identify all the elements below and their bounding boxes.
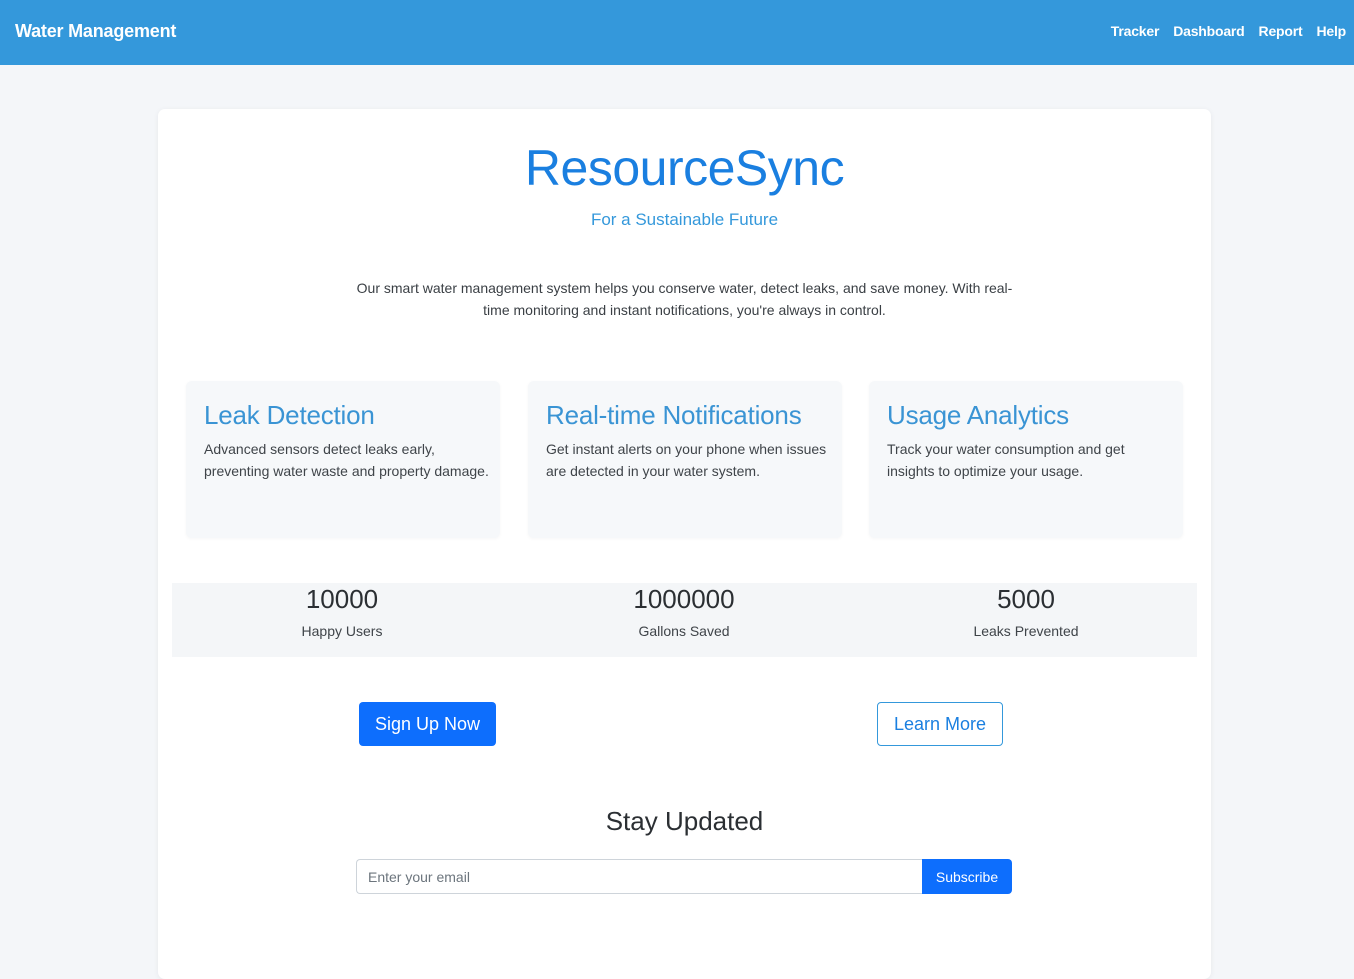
stat-label: Gallons Saved (638, 623, 730, 639)
feature-description: Track your water consumption and get ins… (887, 441, 1125, 479)
stat-label: Leaks Prevented (973, 623, 1079, 639)
nav-link-dashboard[interactable]: Dashboard (1173, 23, 1245, 39)
hero-description: Our smart water management system helps … (356, 280, 1013, 318)
feature-card-notifications: Real-time Notifications Get instant aler… (528, 381, 842, 538)
learn-more-button[interactable]: Learn More (877, 702, 1003, 746)
main-card: ResourceSync For a Sustainable Future Ou… (158, 109, 1211, 979)
sign-up-button[interactable]: Sign Up Now (359, 702, 496, 746)
stat-label: Happy Users (301, 623, 383, 639)
feature-title: Real-time Notifications (546, 400, 802, 430)
stats-bar: 10000 Happy Users 1000000 Gallons Saved … (172, 583, 1197, 657)
feature-card-usage-analytics: Usage Analytics Track your water consump… (869, 381, 1183, 538)
email-input[interactable] (356, 859, 922, 894)
brand-logo-text[interactable]: Water Management (15, 21, 176, 42)
nav-links: Tracker Dashboard Report Help (1097, 23, 1346, 39)
stat-value: 10000 (305, 584, 379, 614)
nav-link-help[interactable]: Help (1316, 23, 1346, 39)
top-navbar: Water Management Tracker Dashboard Repor… (0, 0, 1354, 65)
stat-value: 5000 (997, 584, 1055, 614)
feature-title: Leak Detection (204, 400, 375, 430)
feature-description: Advanced sensors detect leaks early, pre… (204, 441, 489, 479)
subscribe-button[interactable]: Subscribe (922, 859, 1012, 894)
stat-value: 1000000 (633, 584, 735, 614)
feature-card-leak-detection: Leak Detection Advanced sensors detect l… (186, 381, 500, 538)
feature-title: Usage Analytics (887, 400, 1069, 430)
nav-link-report[interactable]: Report (1259, 23, 1303, 39)
newsletter-title: Stay Updated (605, 806, 764, 836)
hero-subtitle: For a Sustainable Future (590, 210, 779, 229)
feature-description: Get instant alerts on your phone when is… (546, 441, 827, 479)
hero-title: ResourceSync (524, 140, 845, 196)
nav-link-tracker[interactable]: Tracker (1111, 23, 1160, 39)
